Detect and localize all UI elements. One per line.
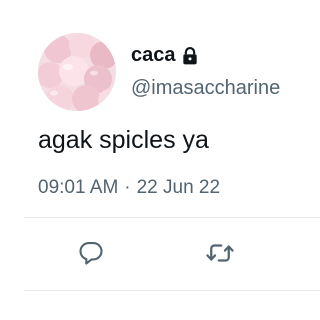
divider: [24, 290, 320, 291]
divider: [24, 217, 320, 218]
lock-icon: [180, 46, 200, 66]
retweet-button[interactable]: [205, 238, 235, 268]
user-handle[interactable]: @imasaccharine: [131, 77, 280, 100]
tweet-time: 09:01 AM: [38, 177, 119, 198]
user-name-row[interactable]: caca: [131, 44, 200, 67]
tweet-card: caca @imasaccharine agak spicles ya 09:0…: [0, 0, 320, 320]
reply-icon: [79, 242, 103, 265]
retweet-icon: [206, 244, 234, 262]
tweet-timestamp[interactable]: 09:01 AM · 22 Jun 22: [38, 177, 220, 199]
reply-button[interactable]: [76, 238, 106, 268]
tweet-text: agak spicles ya: [38, 126, 209, 154]
timestamp-separator: ·: [124, 177, 131, 198]
avatar[interactable]: [38, 33, 116, 111]
tweet-date: 22 Jun 22: [136, 177, 221, 198]
display-name[interactable]: caca: [131, 44, 176, 67]
avatar-image: [38, 33, 116, 111]
